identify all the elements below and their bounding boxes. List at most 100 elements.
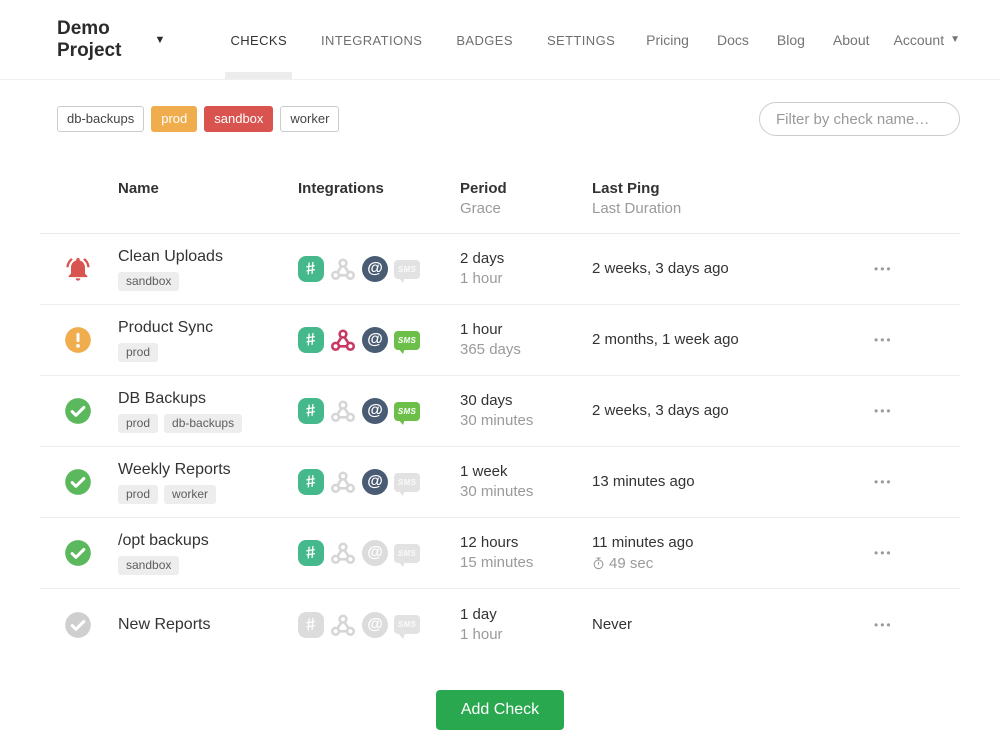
check-name: /opt backups <box>118 532 209 549</box>
tag-filter-db-backups[interactable]: db-backups <box>57 106 145 132</box>
grace-value: 1 hour <box>460 625 503 643</box>
grace-value: 30 minutes <box>460 412 534 429</box>
check-name: Product Sync <box>118 319 214 336</box>
grace-value: 365 days <box>460 341 521 358</box>
webhook-icon <box>330 258 356 280</box>
table-header: Name Integrations Period Grace Last Ping… <box>40 179 960 234</box>
check-circle-icon <box>65 398 91 424</box>
sms-icon: SMS <box>394 612 420 639</box>
grace-value: 1 hour <box>460 270 503 287</box>
period-value: 30 days <box>460 392 513 409</box>
tab-integrations[interactable]: INTEGRATIONS <box>304 0 439 79</box>
integration-icons: # @ SMS <box>298 398 460 425</box>
period-value: 12 hours <box>460 534 519 551</box>
tag-filter-worker[interactable]: worker <box>280 106 340 132</box>
integration-icons: # @ SMS <box>298 611 460 639</box>
checks-table-body: Clean Uploads sandbox # @ SMS 2 days 1 h… <box>40 234 960 660</box>
email-icon: @ <box>362 469 388 495</box>
tag-filter-list: db-backups prod sandbox worker <box>57 106 340 132</box>
link-pricing[interactable]: Pricing <box>632 22 703 58</box>
slack-icon: # <box>298 398 324 424</box>
link-docs[interactable]: Docs <box>703 22 763 58</box>
sms-icon: SMS <box>394 256 420 283</box>
account-label: Account <box>893 31 945 48</box>
header-last-duration: Last Duration <box>592 200 682 217</box>
check-tag: worker <box>164 485 217 504</box>
account-menu[interactable]: Account ▼ <box>884 22 961 58</box>
last-ping-value: 2 weeks, 3 days ago <box>592 402 729 419</box>
row-menu-button[interactable]: ••• <box>872 329 895 351</box>
check-tags: sandbox <box>118 272 298 291</box>
integration-icons: # @ SMS <box>298 256 460 283</box>
tab-settings[interactable]: SETTINGS <box>530 0 632 79</box>
grace-warning-icon <box>65 327 91 353</box>
last-ping-value: 11 minutes ago <box>592 533 694 551</box>
check-tag: prod <box>118 343 159 362</box>
grace-value: 30 minutes <box>460 483 534 500</box>
check-row[interactable]: /opt backups sandbox # @ SMS 12 hours 15… <box>40 518 960 589</box>
webhook-icon <box>330 471 356 493</box>
check-row[interactable]: New Reports # @ SMS 1 day 1 hour Never •… <box>40 589 960 660</box>
check-tags: prod worker <box>118 485 298 504</box>
email-icon: @ <box>362 327 388 353</box>
checks-page: Demo Project ▼ CHECKS INTEGRATIONS BADGES S… <box>0 0 1000 745</box>
period-value: 1 week <box>460 463 508 480</box>
webhook-icon <box>330 542 356 564</box>
header-grace: Grace <box>460 200 501 217</box>
check-row[interactable]: DB Backups prod db-backups # @ SMS 30 day… <box>40 376 960 447</box>
integration-icons: # @ SMS <box>298 540 460 567</box>
last-ping-value: 13 minutes ago <box>592 473 695 490</box>
webhook-icon <box>330 400 356 422</box>
tab-checks[interactable]: CHECKS <box>213 0 304 79</box>
project-switcher[interactable]: Demo Project ▼ <box>57 18 165 62</box>
tab-badges[interactable]: BADGES <box>439 0 530 79</box>
slack-icon: # <box>298 469 324 495</box>
checks-table: Name Integrations Period Grace Last Ping… <box>0 179 1000 660</box>
check-tags: sandbox <box>118 556 298 575</box>
check-name: Weekly Reports <box>118 461 231 478</box>
sms-icon: SMS <box>394 469 420 496</box>
sms-icon: SMS <box>394 327 420 354</box>
last-duration-value: 49 sec <box>609 554 654 572</box>
row-menu-button[interactable]: ••• <box>872 258 895 280</box>
check-tag: sandbox <box>118 556 180 575</box>
row-menu-button[interactable]: ••• <box>872 471 895 493</box>
link-about[interactable]: About <box>819 22 884 58</box>
check-tag: prod <box>118 485 159 504</box>
add-check-button[interactable]: Add Check <box>435 690 565 730</box>
project-name: Demo Project <box>57 17 122 61</box>
check-tags: prod db-backups <box>118 414 298 433</box>
caret-down-icon: ▼ <box>950 34 960 45</box>
check-name: Clean Uploads <box>118 248 223 265</box>
webhook-icon <box>330 613 356 636</box>
webhook-icon <box>330 329 356 351</box>
header-period: Period <box>460 180 507 197</box>
last-ping-value: 2 weeks, 3 days ago <box>592 260 729 277</box>
check-row[interactable]: Product Sync prod # @ SMS 1 hour 365 day… <box>40 305 960 376</box>
check-circle-icon <box>65 469 91 495</box>
header-integrations: Integrations <box>298 180 384 197</box>
link-blog[interactable]: Blog <box>763 22 819 58</box>
email-icon: @ <box>362 611 388 638</box>
top-navbar: Demo Project ▼ CHECKS INTEGRATIONS BADGES S… <box>0 0 1000 80</box>
row-menu-button[interactable]: ••• <box>872 542 895 564</box>
period-value: 1 day <box>460 605 497 623</box>
check-name-filter-input[interactable] <box>759 102 960 136</box>
filter-row: db-backups prod sandbox worker <box>0 80 1000 136</box>
tag-filter-prod[interactable]: prod <box>151 106 198 132</box>
check-row[interactable]: Weekly Reports prod worker # @ SMS 1 week… <box>40 447 960 518</box>
grace-value: 15 minutes <box>460 554 534 571</box>
period-value: 2 days <box>460 250 505 267</box>
last-ping-value: Never <box>592 615 633 633</box>
email-icon: @ <box>362 398 388 424</box>
sms-icon: SMS <box>394 540 420 567</box>
alert-bell-icon <box>66 257 90 281</box>
row-menu-button[interactable]: ••• <box>872 614 895 636</box>
period-value: 1 hour <box>460 321 503 338</box>
check-row[interactable]: Clean Uploads sandbox # @ SMS 2 days 1 h… <box>40 234 960 305</box>
last-duration: 49 sec <box>592 554 872 574</box>
slack-icon: # <box>298 256 324 282</box>
tag-filter-sandbox[interactable]: sandbox <box>204 106 274 132</box>
caret-down-icon: ▼ <box>154 33 166 46</box>
row-menu-button[interactable]: ••• <box>872 400 895 422</box>
